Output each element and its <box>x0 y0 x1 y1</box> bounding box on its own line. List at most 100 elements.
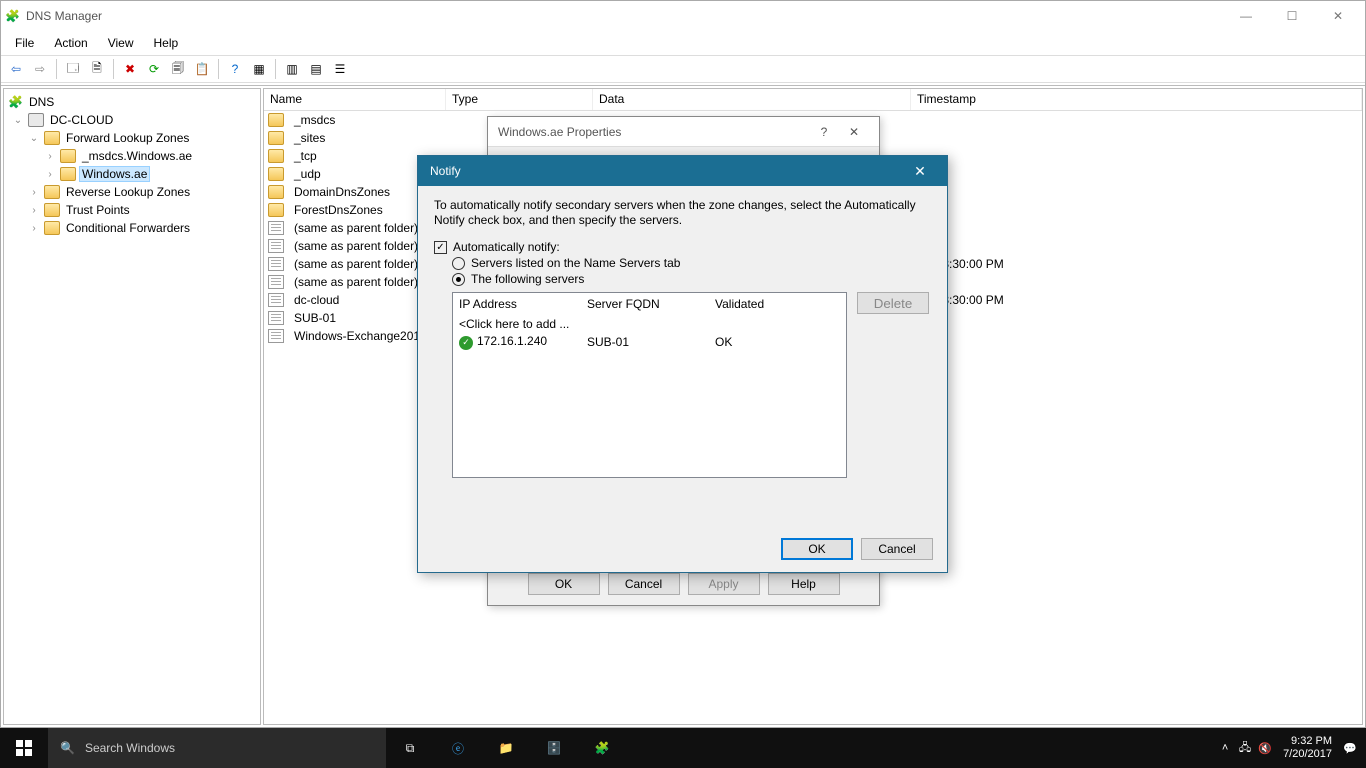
clock-time: 9:32 PM <box>1283 735 1332 748</box>
window-title: DNS Manager <box>26 9 1223 23</box>
title-bar: 🧩 DNS Manager — ☐ ✕ <box>1 1 1365 31</box>
tree-label: _msdcs.Windows.ae <box>80 149 194 163</box>
servers-block: IP Address Server FQDN Validated <Click … <box>452 292 931 478</box>
server-ip: ✓172.16.1.240 <box>453 334 581 350</box>
network-icon[interactable]: 🖧 <box>1235 739 1255 758</box>
col-fqdn[interactable]: Server FQDN <box>581 293 709 315</box>
tree-tp[interactable]: › Trust Points <box>4 201 260 219</box>
col-timestamp[interactable]: Timestamp <box>911 89 1362 110</box>
export-icon[interactable]: 🗐 <box>167 58 189 80</box>
cell-timestamp: 017 8:30:00 PM <box>913 293 1362 307</box>
tree-label: Forward Lookup Zones <box>64 131 191 145</box>
record-icon <box>268 275 284 289</box>
col-name[interactable]: Name <box>264 89 446 110</box>
ie-icon[interactable]: ⓔ <box>434 728 482 768</box>
clock-date: 7/20/2017 <box>1283 748 1332 761</box>
servers-rows: <Click here to add ... ✓172.16.1.240 SUB… <box>453 315 846 351</box>
menu-file[interactable]: File <box>7 35 42 51</box>
tree-cf[interactable]: › Conditional Forwarders <box>4 219 260 237</box>
delete-icon[interactable]: ✖ <box>119 58 141 80</box>
servers-header: IP Address Server FQDN Validated <box>453 293 846 315</box>
notify-title: Notify <box>430 164 905 178</box>
new-record-icon[interactable]: 🗎 <box>86 58 108 80</box>
auto-notify-checkbox[interactable]: ✓ Automatically notify: <box>434 240 931 254</box>
view2-icon[interactable]: ▤ <box>305 58 327 80</box>
folder-icon <box>268 149 284 163</box>
explorer-icon[interactable]: 📁 <box>482 728 530 768</box>
cell-timestamp: 017 8:30:00 PM <box>913 257 1362 271</box>
dns-manager-icon[interactable]: 🧩 <box>578 728 626 768</box>
delete-button[interactable]: Delete <box>857 292 929 314</box>
folder-icon <box>44 185 60 199</box>
col-validated[interactable]: Validated <box>709 293 846 315</box>
back-icon[interactable]: ⇦ <box>5 58 27 80</box>
add-ip-row[interactable]: <Click here to add ... <box>453 315 846 333</box>
servers-list[interactable]: IP Address Server FQDN Validated <Click … <box>452 292 847 478</box>
tree-zone-windowsae[interactable]: › Windows.ae <box>4 165 260 183</box>
notify-ok-button[interactable]: OK <box>781 538 853 560</box>
server-manager-icon[interactable]: 🗄️ <box>530 728 578 768</box>
tray-up-icon[interactable]: ˄ <box>1215 742 1235 754</box>
forward-icon[interactable]: ⇨ <box>29 58 51 80</box>
expand-icon[interactable]: › <box>28 187 40 198</box>
collapse-icon[interactable]: ⌄ <box>28 133 40 144</box>
server-row[interactable]: ✓172.16.1.240 SUB-01 OK <box>453 333 846 351</box>
tree-flz[interactable]: ⌄ Forward Lookup Zones <box>4 129 260 147</box>
menu-action[interactable]: Action <box>46 35 95 51</box>
expand-icon[interactable]: › <box>28 205 40 216</box>
props-help-button[interactable]: Help <box>768 573 840 595</box>
minimize-button[interactable]: — <box>1223 1 1269 31</box>
taskbar: 🔍 Search Windows ⧉ ⓔ 📁 🗄️ 🧩 ˄ 🖧 🔇 9:32 P… <box>0 728 1366 768</box>
properties-titlebar[interactable]: Windows.ae Properties ? ✕ <box>488 117 879 147</box>
expand-icon[interactable]: › <box>28 223 40 234</box>
close-icon[interactable]: ✕ <box>905 163 935 180</box>
cell-name: _sites <box>288 131 448 145</box>
collapse-icon[interactable]: ⌄ <box>12 115 24 126</box>
expand-icon[interactable]: › <box>44 169 56 180</box>
record-icon <box>268 311 284 325</box>
volume-icon[interactable]: 🔇 <box>1255 742 1275 755</box>
props-ok-button[interactable]: OK <box>528 573 600 595</box>
notify-titlebar[interactable]: Notify ✕ <box>418 156 947 186</box>
tree-pane[interactable]: 🧩 DNS ⌄ DC-CLOUD ⌄ Forward Lookup Zones … <box>3 88 261 725</box>
close-button[interactable]: ✕ <box>1315 1 1361 31</box>
refresh-icon[interactable]: ⟳ <box>143 58 165 80</box>
col-data[interactable]: Data <box>593 89 911 110</box>
tree-server[interactable]: ⌄ DC-CLOUD <box>4 111 260 129</box>
folder-icon <box>268 167 284 181</box>
tree-label: Reverse Lookup Zones <box>64 185 192 199</box>
maximize-button[interactable]: ☐ <box>1269 1 1315 31</box>
properties-icon[interactable]: 📋 <box>191 58 213 80</box>
view1-icon[interactable]: ▥ <box>281 58 303 80</box>
menu-help[interactable]: Help <box>146 35 187 51</box>
search-box[interactable]: 🔍 Search Windows <box>48 728 386 768</box>
folder-icon <box>268 185 284 199</box>
clock[interactable]: 9:32 PM 7/20/2017 <box>1275 735 1340 761</box>
search-placeholder: Search Windows <box>85 741 175 755</box>
radio-nameservers[interactable]: Servers listed on the Name Servers tab <box>452 256 931 270</box>
start-button[interactable] <box>0 728 48 768</box>
search-icon: 🔍 <box>60 741 75 755</box>
tree-label: Trust Points <box>64 203 132 217</box>
props-cancel-button[interactable]: Cancel <box>608 573 680 595</box>
list-header: Name Type Data Timestamp <box>264 89 1362 111</box>
help-icon[interactable]: ? <box>809 125 839 139</box>
props-apply-button[interactable]: Apply <box>688 573 760 595</box>
filter-icon[interactable]: ▦ <box>248 58 270 80</box>
notify-cancel-button[interactable]: Cancel <box>861 538 933 560</box>
view3-icon[interactable]: ☰ <box>329 58 351 80</box>
new-window-icon[interactable]: 🗔 <box>62 58 84 80</box>
radio-following[interactable]: The following servers <box>452 272 931 286</box>
tree-root[interactable]: 🧩 DNS <box>4 93 260 111</box>
close-icon[interactable]: ✕ <box>839 125 869 139</box>
help-icon[interactable]: ? <box>224 58 246 80</box>
tree-zone-msdcs[interactable]: › _msdcs.Windows.ae <box>4 147 260 165</box>
add-ip-hint: <Click here to add ... <box>453 317 581 331</box>
col-ip[interactable]: IP Address <box>453 293 581 315</box>
col-type[interactable]: Type <box>446 89 593 110</box>
expand-icon[interactable]: › <box>44 151 56 162</box>
tree-rlz[interactable]: › Reverse Lookup Zones <box>4 183 260 201</box>
menu-view[interactable]: View <box>100 35 142 51</box>
notifications-icon[interactable]: 💬 <box>1340 742 1360 755</box>
taskview-icon[interactable]: ⧉ <box>386 728 434 768</box>
